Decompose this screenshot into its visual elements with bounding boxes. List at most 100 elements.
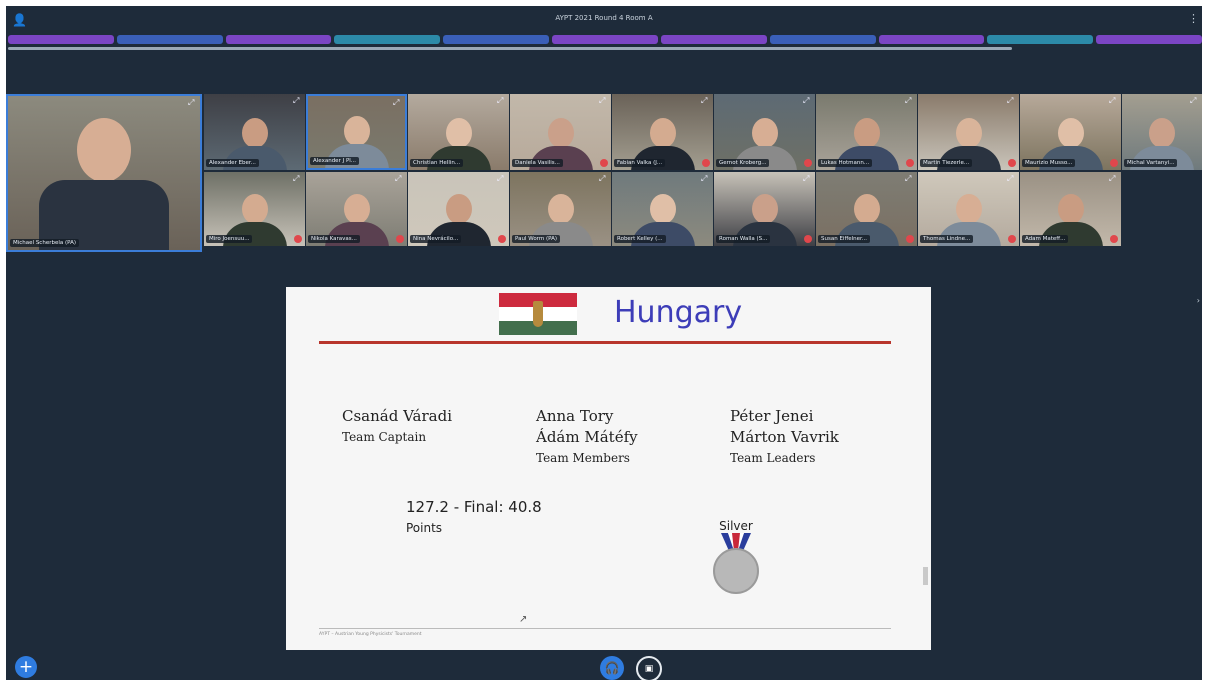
expand-icon[interactable]: ⤢ (701, 174, 710, 183)
participant-name: Fabian Valka (J... (614, 159, 666, 167)
stream-tab[interactable] (225, 35, 332, 44)
video-tile[interactable]: ⤢ Michal Vartanyi... (1122, 94, 1202, 170)
camera-button[interactable]: ▣ (636, 656, 662, 680)
expand-icon[interactable]: ⤢ (293, 174, 302, 183)
expand-icon[interactable]: ⤢ (599, 96, 608, 105)
video-tile[interactable]: ⤢ Daniela Vasilis... (510, 94, 611, 170)
muted-mic-icon (396, 235, 404, 243)
silver-medal-icon (713, 533, 759, 594)
expand-icon[interactable]: ⤢ (393, 98, 402, 107)
muted-mic-icon (702, 159, 710, 167)
video-tile[interactable]: ⤢ Robert Kelley (... (612, 172, 713, 246)
video-tile[interactable]: ⤢ Adam Mateff... (1020, 172, 1121, 246)
video-tile[interactable]: ⤢ Fabian Valka (J... (612, 94, 713, 170)
stream-tab[interactable] (443, 35, 550, 44)
stream-tab[interactable] (878, 35, 985, 44)
participant-name: Alexander Eber... (206, 159, 259, 167)
meeting-title: AYPT 2021 Round 4 Room A (555, 14, 653, 22)
participant-name: Christian Hellin... (410, 159, 464, 167)
video-tile[interactable]: ⤢ Michael Scherbela (PA) (6, 94, 202, 252)
muted-mic-icon (294, 235, 302, 243)
expand-icon[interactable]: ⤢ (1190, 96, 1199, 105)
participant-name: Susan Eiffelner... (818, 235, 871, 243)
add-button[interactable]: + (15, 656, 37, 678)
app: 👤 AYPT 2021 Round 4 Room A ⋮ ⤢ Michael Sc… (0, 0, 1208, 684)
leaders-role: Team Leaders (730, 451, 816, 465)
expand-icon[interactable]: ⤢ (1109, 174, 1118, 183)
participant-name: Maurizio Musso... (1022, 159, 1076, 167)
stream-tab[interactable] (552, 35, 658, 44)
video-grid: ⤢ Michael Scherbela (PA) ⤢ Alexander Eber..… (6, 94, 1202, 252)
captain-role: Team Captain (342, 430, 427, 444)
points-block: 127.2 - Final: 40.8 Points (406, 496, 542, 538)
expand-icon[interactable]: ⤢ (701, 96, 710, 105)
participant-figure (39, 118, 169, 250)
footer-rule (319, 628, 891, 629)
participant-name: Adam Mateff... (1022, 235, 1069, 243)
hungary-flag (499, 293, 577, 335)
participant-name: Miro Joensuu... (206, 235, 253, 243)
headphones-button[interactable]: 🎧 (600, 656, 624, 680)
coat-of-arms-icon (533, 301, 543, 327)
members-column: Anna Tory Ádám Mátéfy Team Members (536, 406, 638, 469)
stream-tab[interactable] (987, 35, 1094, 44)
video-tile[interactable]: ⤢ Nina Nevrácilo... (408, 172, 509, 246)
participant-name: Nina Nevrácilo... (410, 235, 462, 243)
participant-name: Daniela Vasilis... (512, 159, 563, 167)
video-tile[interactable]: ⤢ Gernot Kroberg... (714, 94, 815, 170)
top-bar: 👤 AYPT 2021 Round 4 Room A ⋮ (6, 6, 1202, 34)
stream-tab[interactable] (334, 35, 441, 44)
muted-mic-icon (1008, 235, 1016, 243)
stream-tab[interactable] (116, 35, 223, 44)
expand-icon[interactable]: ⤢ (905, 96, 914, 105)
captain-column: Csanád Váradi Team Captain (342, 406, 452, 448)
leader-name: Márton Vavrik (730, 428, 839, 446)
stream-tab[interactable] (8, 35, 114, 44)
slide-title: Hungary (614, 295, 743, 330)
video-tile[interactable]: ⤢ Alexander Eber... (204, 94, 305, 170)
video-tile[interactable]: ⤢ Christian Hellin... (408, 94, 509, 170)
stream-tab[interactable] (769, 35, 876, 44)
muted-mic-icon (804, 159, 812, 167)
expand-icon[interactable]: ⤢ (395, 174, 404, 183)
slide-scrollbar[interactable] (923, 567, 928, 585)
expand-icon[interactable]: ⤢ (1007, 96, 1016, 105)
member-name: Ádám Mátéfy (536, 428, 638, 446)
video-tile[interactable]: ⤢ Thomas Lindne... (918, 172, 1019, 246)
more-options-icon[interactable]: ⋮ (1188, 12, 1199, 25)
stream-tab[interactable] (1096, 35, 1202, 44)
strip-scrollbar[interactable] (8, 47, 1012, 50)
expand-icon[interactable]: ⤢ (599, 174, 608, 183)
video-tile[interactable]: ⤢ Paul Worm (PA) (510, 172, 611, 246)
video-tile[interactable]: ⤢ Miro Joensuu... (204, 172, 305, 246)
muted-mic-icon (804, 235, 812, 243)
video-tile[interactable]: ⤢ Nikola Karavas... (306, 172, 407, 246)
expand-icon[interactable]: ⤢ (803, 96, 812, 105)
expand-icon[interactable]: ⤢ (1007, 174, 1016, 183)
participant-name: Thomas Lindne... (920, 235, 974, 243)
expand-icon[interactable]: ⤢ (1109, 96, 1118, 105)
participant-name: Paul Worm (PA) (512, 235, 560, 243)
stream-tab[interactable] (660, 35, 767, 44)
video-tile[interactable]: ⤢ Alexander J Pl... (306, 94, 407, 170)
expand-icon[interactable]: ⤢ (497, 96, 506, 105)
video-tile[interactable]: ⤢ Roman Walla (S... (714, 172, 815, 246)
video-tile[interactable]: ⤢ Susan Eiffelner... (816, 172, 917, 246)
expand-icon[interactable]: ⤢ (293, 96, 302, 105)
video-tile[interactable]: ⤢ Martin Tiezerle... (918, 94, 1019, 170)
slide-footer: AYPT – Austrian Young Physicists' Tourna… (319, 632, 422, 637)
expand-icon[interactable]: ⤢ (905, 174, 914, 183)
leader-name: Péter Jenei (730, 407, 814, 425)
expand-icon[interactable]: ⤢ (188, 98, 197, 107)
video-tile[interactable]: ⤢ Lukas Hotmann... (816, 94, 917, 170)
headphones-icon: 🎧 (604, 661, 620, 675)
participant-name: Michael Scherbela (PA) (10, 239, 80, 247)
expand-icon[interactable]: ⤢ (803, 174, 812, 183)
muted-mic-icon (1110, 159, 1118, 167)
chevron-right-icon[interactable]: › (1197, 296, 1200, 305)
participant-name: Roman Walla (S... (716, 235, 771, 243)
video-tile[interactable]: ⤢ Maurizio Musso... (1020, 94, 1121, 170)
expand-icon[interactable]: ⤢ (497, 174, 506, 183)
participant-name: Martin Tiezerle... (920, 159, 973, 167)
muted-mic-icon (1110, 235, 1118, 243)
